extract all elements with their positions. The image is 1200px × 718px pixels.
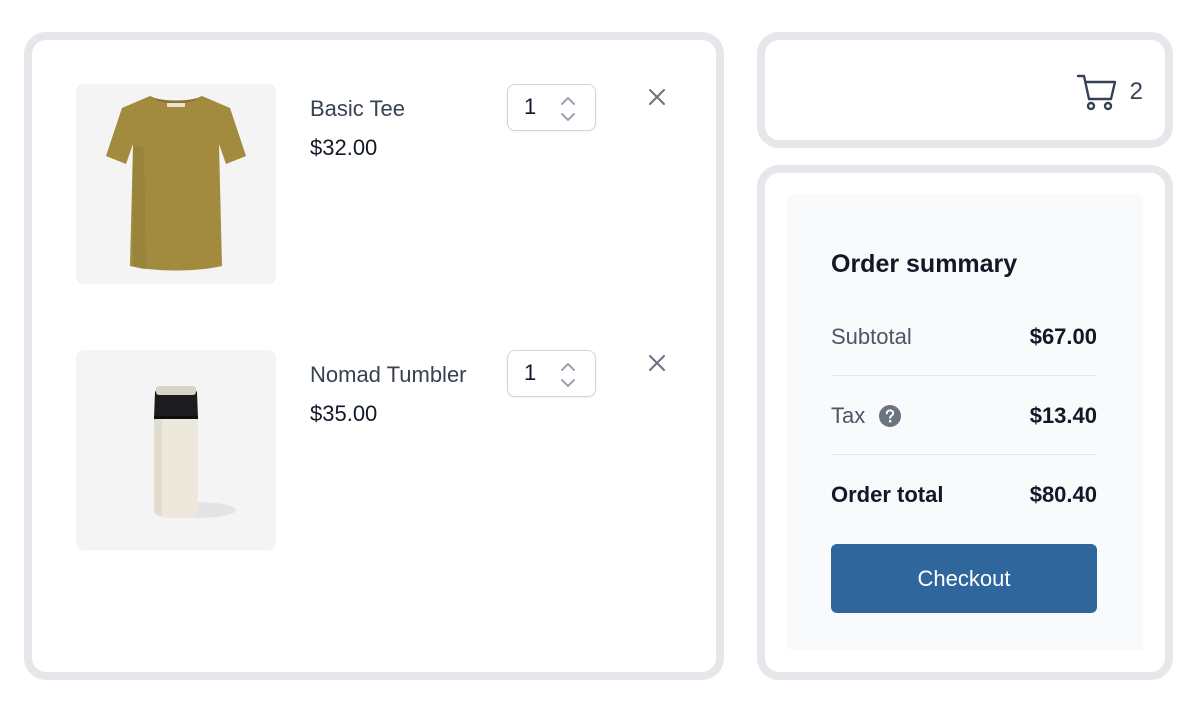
chevron-up-down-icon — [561, 97, 575, 121]
order-total-label: Order total — [831, 482, 944, 507]
cart-items-panel: Basic Tee $32.00 1 Nomad Tumbler $35.00 … — [24, 32, 724, 680]
product-image-nomad-tumbler[interactable] — [76, 350, 276, 550]
question-circle-icon[interactable] — [879, 405, 902, 427]
quantity-select[interactable]: 1 — [507, 84, 596, 131]
product-image-basic-tee[interactable] — [76, 84, 276, 284]
summary-title: Order summary — [831, 250, 1018, 278]
divider — [831, 454, 1097, 455]
item-name[interactable]: Basic Tee — [310, 96, 405, 122]
quantity-value: 1 — [524, 94, 537, 119]
tshirt-image — [76, 84, 276, 284]
cart-item-basic-tee: Basic Tee $32.00 1 — [32, 84, 716, 286]
order-summary-panel: Order summary Subtotal $67.00 Tax $13.40… — [757, 165, 1173, 680]
item-name[interactable]: Nomad Tumbler — [310, 362, 467, 388]
tax-value: $13.40 — [1029, 403, 1097, 428]
cart-count: 2 — [1129, 78, 1143, 105]
quantity-value: 1 — [524, 360, 537, 385]
chevron-up-down-icon — [561, 363, 575, 387]
tax-label: Tax — [831, 403, 866, 428]
remove-item-button[interactable] — [646, 86, 668, 108]
close-icon — [649, 355, 665, 371]
subtotal-value: $67.00 — [1029, 324, 1097, 349]
remove-item-button[interactable] — [646, 352, 668, 374]
tax-row: Tax $13.40 — [831, 396, 1097, 436]
checkout-button[interactable]: Checkout — [831, 544, 1097, 613]
divider — [831, 375, 1097, 376]
close-icon — [649, 89, 665, 105]
shopping-cart-icon — [1076, 74, 1116, 111]
order-total-row: Order total $80.40 — [831, 475, 1097, 515]
item-price: $35.00 — [310, 401, 378, 426]
subtotal-label: Subtotal — [831, 324, 912, 349]
quantity-select[interactable]: 1 — [507, 350, 596, 397]
tax-label-group: Tax — [831, 403, 902, 429]
order-total-value: $80.40 — [1029, 482, 1097, 507]
cart-item-nomad-tumbler: Nomad Tumbler $35.00 1 — [32, 350, 716, 552]
cart-badge-panel: 2 — [757, 32, 1173, 148]
order-summary: Order summary Subtotal $67.00 Tax $13.40… — [787, 195, 1143, 650]
tumbler-image — [76, 350, 276, 550]
cart-button[interactable]: 2 — [1076, 72, 1143, 112]
subtotal-row: Subtotal $67.00 — [831, 317, 1097, 357]
item-price: $32.00 — [310, 135, 378, 160]
